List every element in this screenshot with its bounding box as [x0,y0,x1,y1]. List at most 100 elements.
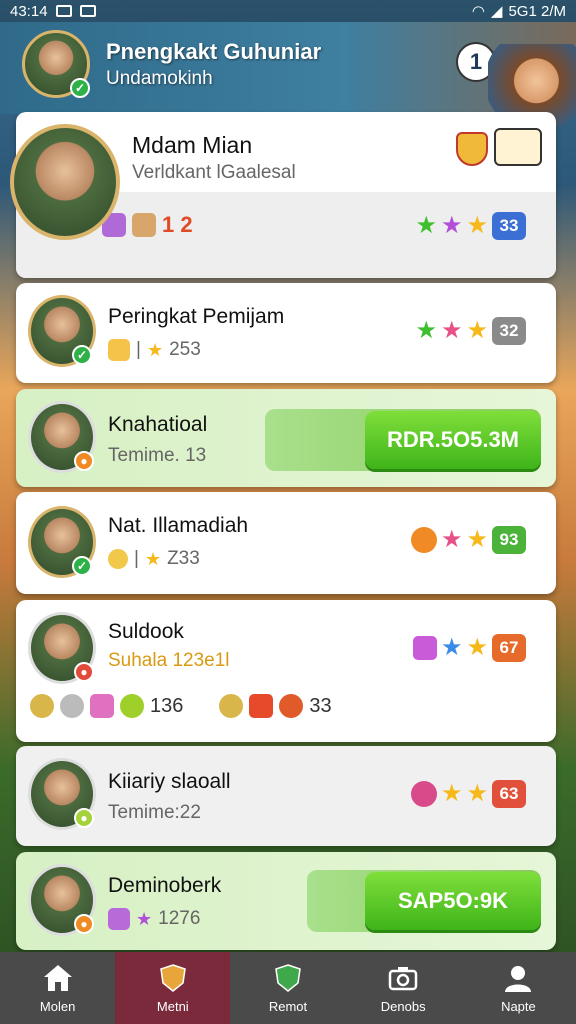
player-score-row: | ★ 253 [108,339,201,361]
star-icon: ★ [415,212,437,239]
star-icon: ★ [466,212,488,239]
star-rating: ★ ★ 63 [410,780,526,808]
tab-label: Remot [268,998,308,1014]
leaderboard-card-3[interactable]: ● Knahatioal Temime. 13 RDR.5O5.3M [16,389,556,487]
leaderboard-card-4[interactable]: ✓ Nat. Illamadiah | ★ Z33 ★ ★ 93 [16,492,556,594]
status-right-text: 5G1 2/M [508,2,566,20]
tab-profile[interactable]: Napte [461,952,576,1024]
status-icon: ● [74,662,94,682]
tab-label: Metni [156,998,189,1014]
status-time: 43:14 [10,2,48,20]
star-icon: ★ [440,526,463,553]
items-row: 1 2 [102,212,193,238]
player-name: Mdam Mian [132,132,253,158]
items-count: 1 2 [162,212,193,237]
signal-icon: ◢ [490,3,503,20]
page-subtitle: Undamokinh [106,68,213,89]
verified-icon: ✓ [70,78,90,98]
star-icon: ★ [466,780,488,807]
star-rating: ★ ★ ★ 33 [415,212,526,240]
tab-label: Napte [501,998,536,1014]
player-name: Kiiariy slaoall [108,770,231,793]
target-icon [410,781,437,807]
player-score-row: | ★ Z33 [108,548,200,570]
tab-photos[interactable]: Denobs [346,952,461,1024]
star-icon: ★ [440,780,463,807]
items-count-b: 33 [309,694,332,717]
separator: | [134,548,139,569]
claim-button[interactable]: RDR.5O5.3M [365,411,541,469]
player-subtitle: Suhala 123e1l [108,650,230,671]
items-row: 136 33 [30,694,332,718]
tab-menu[interactable]: Metni [115,952,231,1024]
separator: | [136,339,141,360]
logo-badge-icon [494,128,542,166]
star-icon: ★ [466,317,488,344]
notification-icon [55,5,72,17]
tab-remote[interactable]: Remot [230,952,345,1024]
bottom-tab-bar: Molen Metni Remot Denobs Napte [0,952,576,1024]
shield-icon [159,963,186,992]
star-icon: ★ [466,526,488,553]
verified-icon: ✓ [72,556,92,576]
tab-label: Denobs [380,998,426,1014]
player-points: Z33 [167,548,200,569]
star-icon: ★ [466,634,488,661]
leaderboard-card-2[interactable]: ✓ Peringkat Pemijam | ★ 253 ★ ★ ★ 32 [16,283,556,383]
home-icon [43,964,72,991]
box-icon [132,213,156,237]
player-score-row: ★ 1276 [108,908,200,930]
star-icon: ★ [144,549,162,569]
player-name: Suldook [108,620,184,643]
ball-icon [279,694,304,718]
status-icon: ● [74,808,94,828]
silver-coin-icon [60,694,84,718]
coin-stack-icon [30,694,54,718]
player-time: Temime. 13 [108,445,207,466]
page-title: Pnengkakt Guhuniar [106,39,322,64]
claim-button[interactable]: SAP5O:9K [365,872,541,930]
items-count-a: 136 [150,694,184,717]
score-badge: 67 [492,634,526,662]
camera-icon [388,966,418,990]
player-name: Nat. Illamadiah [108,514,249,537]
star-rating: ★ ★ ★ 32 [415,317,526,345]
gem-box-icon [108,908,130,930]
leaderboard-card-7[interactable]: ● Deminoberk ★ 1276 SAP5O:9K [16,852,556,950]
status-bar: 43:14 ◠ ◢ 5G1 2/M [0,0,576,22]
header: ✓ Pnengkakt Guhuniar Undamokinh 1 [0,22,576,136]
star-icon: ★ [136,909,153,929]
score-badge: 33 [492,212,526,240]
status-icon: ● [74,451,94,471]
fruit-icon [120,694,144,718]
player-name: Knahatioal [108,413,208,436]
verified-icon: ✓ [72,345,92,365]
treasure-icon [249,694,274,718]
shield-icon [410,527,437,553]
star-icon: ★ [440,634,463,661]
star-icon: ★ [440,317,463,344]
player-name: Deminoberk [108,874,222,897]
star-rating: ★ ★ 93 [410,526,526,554]
gift-icon [412,636,437,660]
score-badge: 32 [492,317,526,345]
star-icon: ★ [440,212,463,239]
score-badge: 63 [492,780,526,808]
star-medal-icon [108,339,130,361]
player-name: Peringkat Pemijam [108,305,285,328]
tab-home[interactable]: Molen [0,952,115,1024]
star-rating: ★ ★ 67 [412,634,526,662]
player-rank-text: Verldkant lGaalesal [132,162,296,183]
crest-icon [456,132,488,166]
coin-icon [108,549,128,569]
badge-icon [275,963,301,992]
status-icon: ● [74,914,94,934]
star-icon: ★ [415,317,437,344]
user-icon [505,965,532,992]
score-badge: 93 [492,526,526,554]
image-icon [79,5,96,17]
leaderboard-card-6[interactable]: ● Kiiariy slaoall Temime:22 ★ ★ 63 [16,746,556,846]
leaderboard-card-5[interactable]: ● Suldook Suhala 123e1l ★ ★ 67 136 33 [16,600,556,742]
tab-label: Molen [39,998,76,1014]
player-avatar [10,124,120,240]
